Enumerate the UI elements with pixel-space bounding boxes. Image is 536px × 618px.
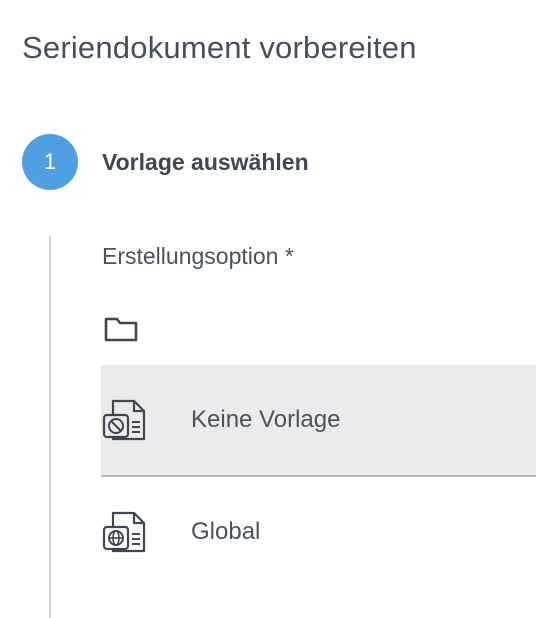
page-title: Seriendokument vorbereiten xyxy=(22,30,417,65)
global-template-document-icon xyxy=(102,511,146,553)
step-header[interactable]: 1 Vorlage auswählen xyxy=(22,134,309,190)
template-option-list: Keine Vorlage Global xyxy=(101,365,536,587)
no-template-document-icon xyxy=(102,399,146,441)
folder-icon[interactable] xyxy=(103,314,139,344)
option-no-template[interactable]: Keine Vorlage xyxy=(101,365,536,477)
option-global[interactable]: Global xyxy=(101,477,536,587)
step-number-badge: 1 xyxy=(22,134,78,190)
page: Seriendokument vorbereiten 1 Vorlage aus… xyxy=(0,0,536,618)
option-label: Global xyxy=(191,518,261,545)
step-title: Vorlage auswählen xyxy=(102,148,309,175)
option-label: Keine Vorlage xyxy=(191,406,341,433)
creation-option-label: Erstellungsoption * xyxy=(102,243,294,269)
step-connector-line xyxy=(49,236,51,618)
